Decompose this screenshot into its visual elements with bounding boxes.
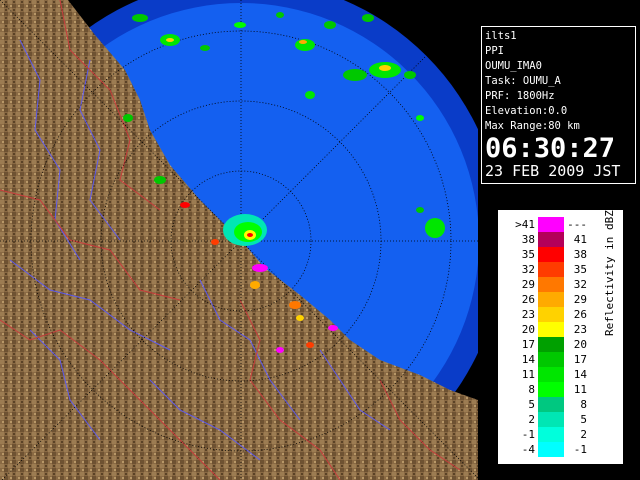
- legend-high-value: 17: [573, 353, 587, 366]
- legend-low-value: -4: [521, 443, 535, 456]
- legend-high-value: 26: [573, 308, 587, 321]
- legend-row: 17 20: [507, 337, 597, 352]
- legend-color-swatch: [538, 367, 564, 382]
- legend-low-value: 35: [521, 248, 535, 261]
- legend-color-swatch: [538, 262, 564, 277]
- legend-low-value: 26: [521, 293, 535, 306]
- legend-high-value: 29: [573, 293, 587, 306]
- legend-color-swatch: [538, 277, 564, 292]
- legend-low-value: >41: [515, 218, 535, 231]
- legend-row: 23 26: [507, 307, 597, 322]
- legend-high-value: 38: [573, 248, 587, 261]
- legend-row: -1 2: [507, 427, 597, 442]
- legend-row: 8 11: [507, 382, 597, 397]
- legend-color-swatch: [538, 337, 564, 352]
- legend-low-value: 20: [521, 323, 535, 336]
- scan-date: 23 FEB 2009 JST: [485, 162, 621, 180]
- legend-color-swatch: [538, 307, 564, 322]
- legend-low-value: 29: [521, 278, 535, 291]
- legend-row: 14 17: [507, 352, 597, 367]
- legend-row: 38 41: [507, 232, 597, 247]
- legend-unit-label: Reflectivity in dBZ: [603, 210, 616, 336]
- legend-row: 29 32: [507, 277, 597, 292]
- legend-high-value: 41: [573, 233, 587, 246]
- legend-high-value: 5: [580, 413, 587, 426]
- legend-row: 32 35: [507, 262, 597, 277]
- legend-low-value: 23: [521, 308, 535, 321]
- legend-row: 25: [507, 412, 597, 427]
- reflectivity-legend: >41 --- 38 41 35 38 32 35 29 32 26 29 23 26 20 23 17 20 14…: [498, 210, 623, 464]
- legend-low-value: -1: [521, 428, 535, 441]
- legend-color-swatch: [538, 322, 564, 337]
- legend-high-value: 20: [573, 338, 587, 351]
- legend-high-value: 8: [580, 398, 587, 411]
- legend-low-value: 14: [521, 353, 535, 366]
- legend-low-value: 2: [528, 413, 535, 426]
- legend-high-value: -1: [573, 443, 587, 456]
- legend-low-value: 32: [521, 263, 535, 276]
- elevation-label: Elevation:0.0: [485, 105, 568, 117]
- legend-color-swatch: [538, 382, 564, 397]
- legend-color-swatch: [538, 292, 564, 307]
- prf-label: PRF: 1800Hz: [485, 90, 555, 102]
- legend-high-value: 2: [580, 428, 587, 441]
- legend-color-swatch: [538, 352, 564, 367]
- legend-row: -4 -1: [507, 442, 597, 457]
- radar-info-panel: ilts1 PPI OUMU_IMA0 Task: OUMU_A PRF: 18…: [481, 26, 636, 184]
- legend-high-value: 23: [573, 323, 587, 336]
- legend-row: >41 ---: [507, 217, 597, 232]
- legend-low-value: 38: [521, 233, 535, 246]
- max-range-label: Max Range:80 km: [485, 120, 580, 132]
- legend-high-value: 11: [573, 383, 587, 396]
- legend-high-value: ---: [567, 218, 587, 231]
- legend-row: 58: [507, 397, 597, 412]
- legend-low-value: 5: [528, 398, 535, 411]
- product-type: PPI: [485, 45, 504, 57]
- site-code: OUMU_IMA0: [485, 60, 542, 72]
- legend-color-swatch: [538, 217, 564, 232]
- legend-row: 26 29: [507, 292, 597, 307]
- legend-low-value: 11: [521, 368, 535, 381]
- legend-color-swatch: [538, 247, 564, 262]
- legend-low-value: 17: [521, 338, 535, 351]
- legend-row: 20 23: [507, 322, 597, 337]
- legend-color-swatch: [538, 232, 564, 247]
- legend-color-swatch: [538, 442, 564, 457]
- legend-low-value: 8: [528, 383, 535, 396]
- legend-high-value: 35: [573, 263, 587, 276]
- legend-color-swatch: [538, 397, 564, 412]
- legend-row: 11 14: [507, 367, 597, 382]
- legend-color-swatch: [538, 412, 564, 427]
- legend-row: 35 38: [507, 247, 597, 262]
- task-label: Task: OUMU_A: [485, 75, 561, 87]
- station-name: ilts1: [485, 30, 517, 42]
- legend-high-value: 32: [573, 278, 587, 291]
- legend-color-swatch: [538, 427, 564, 442]
- scan-time: 06:30:27: [485, 133, 616, 164]
- legend-high-value: 14: [573, 368, 587, 381]
